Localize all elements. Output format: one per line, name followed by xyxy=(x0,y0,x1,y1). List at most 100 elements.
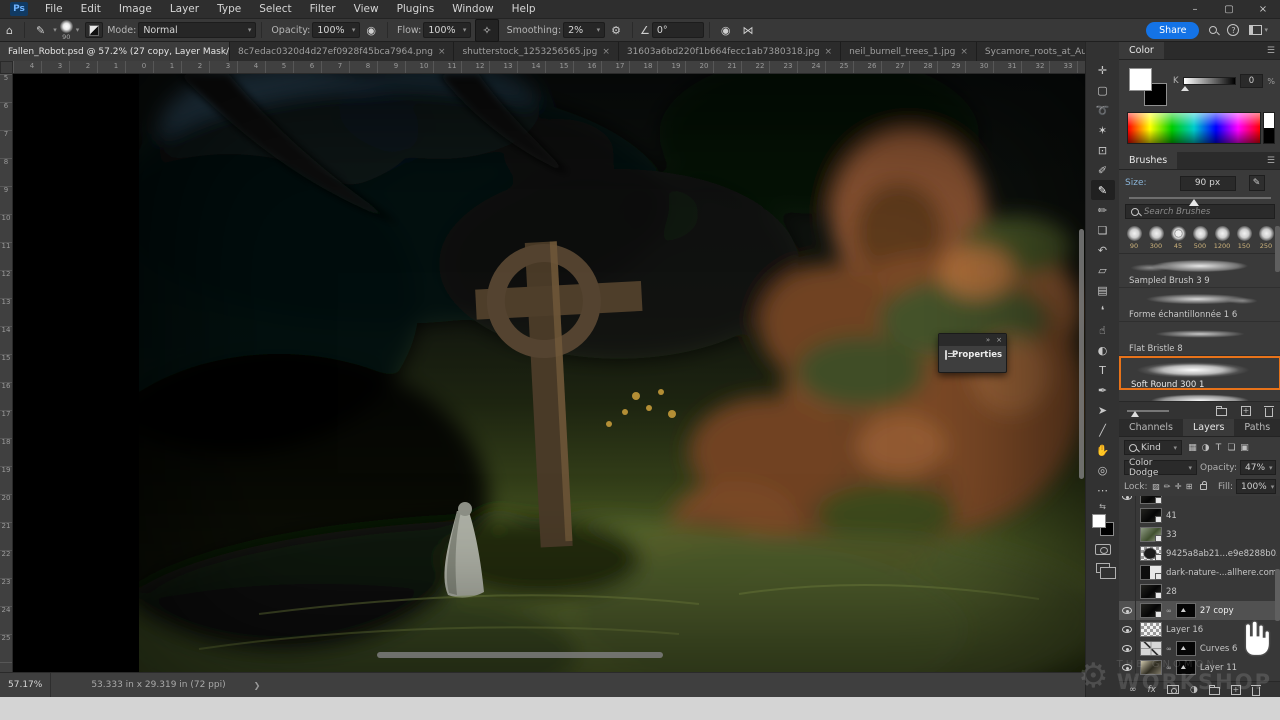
layer-name[interactable]: Layer 16 xyxy=(1166,625,1203,635)
smoothing-options-gear-icon[interactable]: ⚙ xyxy=(605,19,627,42)
layer-row[interactable]: ∞ Curves 6 xyxy=(1119,639,1280,658)
brush-list-item[interactable]: Flat Bristle 8 xyxy=(1119,322,1280,356)
layer-thumbnail[interactable] xyxy=(1140,546,1162,561)
layer-name[interactable]: 9425a8ab21...e9e8288b03 xyxy=(1166,549,1277,559)
layer-visibility-toggle[interactable] xyxy=(1119,601,1136,620)
tool-button[interactable]: ❏ xyxy=(1091,220,1115,240)
lock-option-icon[interactable]: ✛ xyxy=(1173,482,1184,491)
menu-item[interactable]: Filter xyxy=(301,0,345,19)
recent-brush[interactable]: 90 xyxy=(1124,226,1144,250)
layer-filter-icon[interactable]: ▣ xyxy=(1238,443,1251,453)
delete-layer-icon[interactable] xyxy=(1252,687,1260,696)
layer-thumbnail[interactable] xyxy=(1140,641,1162,656)
tool-button[interactable]: ↶ xyxy=(1091,240,1115,260)
tool-button[interactable]: ☝ xyxy=(1091,320,1115,340)
close-tab-icon[interactable]: × xyxy=(960,47,968,57)
tool-button[interactable]: ✛ xyxy=(1091,60,1115,80)
brush-preset-picker[interactable]: 90 xyxy=(57,20,76,41)
layer-visibility-toggle[interactable] xyxy=(1119,544,1136,563)
menu-item[interactable]: Help xyxy=(503,0,545,19)
layers-panel-tab[interactable]: Layers xyxy=(1183,419,1234,436)
filter-kind-select[interactable]: Kind ▾ xyxy=(1124,440,1182,455)
layer-filter-icon[interactable]: ❏ xyxy=(1225,443,1238,453)
horizontal-scrollbar[interactable] xyxy=(377,652,663,658)
lock-all-icon[interactable] xyxy=(1200,484,1207,490)
recent-brush[interactable]: 150 xyxy=(1234,226,1254,250)
white-swatch[interactable] xyxy=(1264,113,1274,128)
lock-option-icon[interactable]: ▨ xyxy=(1151,482,1162,491)
delete-brush-icon[interactable] xyxy=(1265,408,1273,417)
menu-item[interactable]: File xyxy=(36,0,72,19)
layer-name[interactable]: 28 xyxy=(1166,587,1177,597)
mask-link-icon[interactable]: ∞ xyxy=(1166,645,1172,653)
document-tab[interactable]: shutterstock_1253256565.jpg × xyxy=(454,42,618,61)
menu-item[interactable]: Plugins xyxy=(388,0,444,19)
foreground-color-swatch[interactable] xyxy=(1129,68,1152,91)
menu-item[interactable]: Image xyxy=(110,0,161,19)
share-button[interactable]: Share xyxy=(1146,22,1199,39)
vertical-scrollbar[interactable] xyxy=(1079,229,1084,479)
layer-style-icon[interactable]: fx xyxy=(1148,685,1157,695)
layer-opacity-select[interactable]: 47% ▾ xyxy=(1240,460,1276,475)
layer-visibility-toggle[interactable] xyxy=(1119,563,1136,582)
floating-panel-body[interactable]: Properties xyxy=(939,346,1006,364)
tool-button[interactable]: ▤ xyxy=(1091,280,1115,300)
document-tab[interactable]: neil_burnell_trees_1.jpg × xyxy=(841,42,977,61)
color-swatches[interactable] xyxy=(1092,514,1114,536)
layer-thumbnail[interactable] xyxy=(1140,527,1162,542)
layer-row[interactable]: ∞ 27 copy xyxy=(1119,601,1280,620)
flow-select[interactable]: 100% ▾ xyxy=(423,22,471,38)
tab-color[interactable]: Color xyxy=(1119,42,1164,59)
layer-filter-icon[interactable]: ◑ xyxy=(1199,443,1212,453)
document-tab[interactable]: 31603a6bd220f1b664fecc1ab7380318.jpg × xyxy=(619,42,841,61)
layer-thumbnail[interactable] xyxy=(1140,622,1162,637)
lock-option-icon[interactable]: ⊞ xyxy=(1184,482,1195,491)
tool-button[interactable]: ◎ xyxy=(1091,460,1115,480)
new-group-icon[interactable] xyxy=(1209,687,1220,695)
collapse-panel-icon[interactable]: » xyxy=(986,336,990,344)
layer-name[interactable]: 33 xyxy=(1166,530,1177,540)
screen-mode-button[interactable] xyxy=(1096,563,1110,573)
panel-menu-icon[interactable]: ☰ xyxy=(1261,42,1280,59)
tool-button[interactable]: ❛ xyxy=(1091,300,1115,320)
close-panel-icon[interactable]: × xyxy=(996,336,1002,344)
panel-menu-icon[interactable]: ☰ xyxy=(1261,152,1280,169)
adjustment-layer-icon[interactable]: ◑ xyxy=(1190,685,1198,695)
layer-visibility-toggle[interactable] xyxy=(1119,658,1136,677)
layer-blend-mode-select[interactable]: Color Dodge ▾ xyxy=(1124,460,1197,475)
tool-button[interactable]: ✏ xyxy=(1091,200,1115,220)
tool-button[interactable]: ✒ xyxy=(1091,380,1115,400)
layer-row[interactable]: ∞ xyxy=(1119,496,1280,506)
toggle-brush-settings-button[interactable] xyxy=(85,22,103,38)
floating-properties-panel[interactable]: » × Properties xyxy=(938,333,1007,373)
layer-visibility-toggle[interactable] xyxy=(1119,620,1136,639)
tool-button[interactable]: T xyxy=(1091,360,1115,380)
layer-visibility-toggle[interactable] xyxy=(1119,525,1136,544)
menu-item[interactable]: Type xyxy=(208,0,250,19)
layer-mask-thumbnail[interactable] xyxy=(1176,603,1196,618)
layer-name[interactable]: Curves 6 xyxy=(1200,644,1238,654)
menu-item[interactable]: Select xyxy=(250,0,300,19)
layer-row[interactable]: ∞ dark-nature-...allhere.com xyxy=(1119,563,1280,582)
layer-thumbnail[interactable] xyxy=(1140,508,1162,523)
layers-panel-tab[interactable]: Paths xyxy=(1234,419,1280,436)
menu-item[interactable]: View xyxy=(345,0,388,19)
brush-list-item[interactable]: Sampled Brush 3 9 xyxy=(1119,254,1280,288)
layer-row[interactable]: ∞ Layer 11 xyxy=(1119,658,1280,677)
layer-filter-icon[interactable]: T xyxy=(1212,443,1225,453)
blend-mode-select[interactable]: Normal ▾ xyxy=(138,22,256,38)
tool-button[interactable]: ✎ xyxy=(1091,180,1115,200)
tool-button[interactable]: ➤ xyxy=(1091,400,1115,420)
layer-thumbnail[interactable] xyxy=(1140,660,1162,675)
tool-button[interactable]: ✋ xyxy=(1091,440,1115,460)
layer-visibility-toggle[interactable] xyxy=(1119,582,1136,601)
tool-button[interactable]: ▢ xyxy=(1091,80,1115,100)
layer-mask-thumbnail[interactable] xyxy=(1176,641,1196,656)
tool-button[interactable]: ⋯ xyxy=(1091,480,1115,500)
layer-row[interactable]: ∞ 28 xyxy=(1119,582,1280,601)
tool-button[interactable]: ⊡ xyxy=(1091,140,1115,160)
recent-brush[interactable]: 45 xyxy=(1168,226,1188,250)
menu-item[interactable]: Layer xyxy=(161,0,208,19)
k-channel-slider[interactable] xyxy=(1183,77,1236,85)
tool-button[interactable]: ▱ xyxy=(1091,260,1115,280)
